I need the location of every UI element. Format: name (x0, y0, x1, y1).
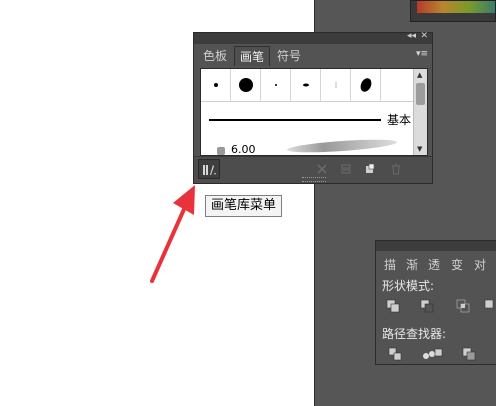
art-stroke-preview (286, 137, 398, 155)
exclude-icon[interactable] (484, 299, 496, 313)
delete-brush-icon[interactable] (390, 163, 402, 175)
new-brush-icon[interactable] (364, 163, 376, 175)
oval-large-icon (358, 76, 373, 94)
tab-swatches[interactable]: 色板 (198, 46, 232, 66)
brush-library-menu-button[interactable] (198, 159, 220, 179)
oval-small-icon (302, 83, 309, 87)
basic-stroke-preview (209, 119, 381, 121)
color-spectrum-panel[interactable] (410, 0, 496, 22)
brush-list: 基本 6.00 ▲ ▼ (200, 68, 428, 156)
panel-bottom-toolbar (194, 156, 432, 183)
panel2-title-bar[interactable] (376, 241, 496, 251)
annotation-arrow (150, 185, 195, 283)
panel-tabs: 色板 画笔 符号 ▾≡ (194, 44, 432, 66)
remove-brush-stroke-icon[interactable] (316, 163, 328, 175)
pathfinders-label: 路径查找器: (382, 327, 447, 341)
dot-tiny-icon (274, 84, 277, 86)
art-brush-row[interactable]: 6.00 (201, 135, 413, 156)
minus-front-icon[interactable] (420, 299, 434, 313)
divide-icon[interactable] (388, 347, 402, 361)
merge-icon[interactable] (462, 347, 476, 361)
tab-transparency[interactable]: 透 (428, 256, 440, 273)
trim-icon[interactable] (422, 347, 444, 361)
art-brush-size: 6.00 (231, 143, 256, 156)
art-brush-icon (217, 147, 225, 155)
intersect-icon[interactable] (456, 299, 470, 313)
panel-menu-icon[interactable]: ▾≡ (416, 49, 428, 59)
resize-grip[interactable] (302, 177, 326, 182)
brush-options-icon[interactable] (340, 163, 352, 175)
pathfinder-panel: 描 渐 透 变 对 形状模式: 路径查找器: (375, 240, 496, 365)
brush-dot-small[interactable] (201, 69, 231, 101)
brush-dot-tiny[interactable] (261, 69, 291, 101)
brushes-panel: ◂◂ ✕ 色板 画笔 符号 ▾≡ 基本 6.00 ▲ ▼ (193, 31, 433, 184)
dot-small-icon (213, 83, 218, 87)
tab-symbols[interactable]: 符号 (272, 46, 306, 66)
brush-library-tooltip: 画笔库菜单 (205, 195, 283, 217)
scroll-thumb[interactable] (416, 83, 425, 105)
tab-gradient[interactable]: 渐 (406, 256, 418, 273)
unite-icon[interactable] (386, 299, 400, 313)
basic-brush-row[interactable]: 基本 (201, 109, 413, 131)
brush-oval-small[interactable] (291, 69, 321, 101)
panel-title-bar[interactable]: ◂◂ ✕ (194, 31, 432, 44)
brush-list-scrollbar[interactable]: ▲ ▼ (413, 69, 427, 155)
tab-brushes[interactable]: 画笔 (234, 46, 270, 66)
tab-align[interactable]: 对 (474, 256, 486, 273)
brush-line-thin[interactable] (321, 69, 351, 101)
brush-library-icon (203, 165, 216, 175)
close-icon[interactable]: ✕ (420, 31, 428, 41)
color-spectrum[interactable] (417, 1, 495, 13)
scroll-up-icon[interactable]: ▲ (417, 71, 422, 79)
calligraphic-brush-row (201, 69, 413, 102)
scroll-down-icon[interactable]: ▼ (417, 145, 422, 153)
collapse-icon[interactable]: ◂◂ (407, 31, 416, 41)
tab-stroke[interactable]: 描 (384, 256, 396, 273)
line-thin-icon (335, 82, 336, 88)
tab-transform[interactable]: 变 (451, 256, 463, 273)
panel2-tabs: 描 渐 透 变 对 (376, 253, 496, 273)
brush-dot-large[interactable] (231, 69, 261, 101)
shape-modes-label: 形状模式: (382, 279, 435, 293)
brush-oval-large[interactable] (351, 69, 381, 101)
basic-brush-label: 基本 (387, 113, 412, 127)
dot-large-icon (238, 78, 253, 92)
